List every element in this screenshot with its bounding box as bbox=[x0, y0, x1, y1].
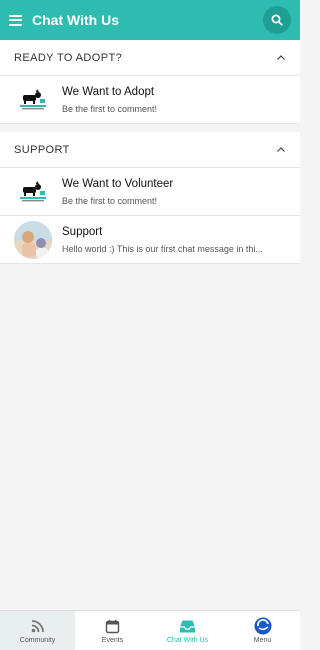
search-icon bbox=[271, 14, 283, 26]
tab-events[interactable]: Events bbox=[75, 611, 150, 650]
tab-label: Chat With Us bbox=[166, 637, 209, 644]
chat-subtitle: Be the first to comment! bbox=[62, 103, 158, 114]
chevron-up-icon[interactable] bbox=[276, 53, 286, 63]
tab-community[interactable]: Community bbox=[0, 611, 75, 650]
bottom-tab-bar: Community Events Chat With Us Menu bbox=[0, 610, 300, 650]
tab-label: Menu bbox=[253, 637, 272, 644]
chat-subtitle: Be the first to comment! bbox=[62, 195, 158, 206]
chat-item-we-want-to-volunteer[interactable]: We Want to Volunteer Be the first to com… bbox=[0, 168, 300, 216]
chat-item-we-want-to-adopt[interactable]: We Want to Adopt Be the first to comment… bbox=[0, 76, 300, 124]
chat-item-support[interactable]: Support Hello world :) This is our first… bbox=[0, 216, 300, 264]
section-title: READY TO ADOPT? bbox=[14, 51, 123, 64]
tab-menu[interactable]: Menu bbox=[225, 611, 300, 650]
tab-label: Events bbox=[101, 637, 124, 644]
chevron-up-icon[interactable] bbox=[276, 145, 286, 155]
chat-list: READY TO ADOPT? We Want to Adopt Be the … bbox=[0, 40, 300, 264]
app-logo-icon bbox=[254, 617, 271, 635]
chat-title: We Want to Adopt bbox=[62, 85, 155, 98]
chat-subtitle: Hello world :) This is our first chat me… bbox=[62, 243, 263, 254]
tab-label: Community bbox=[19, 637, 56, 644]
app-bar: Chat With Us bbox=[0, 0, 300, 40]
page-title: Chat With Us bbox=[32, 12, 119, 28]
rescue-logo-avatar bbox=[14, 172, 52, 211]
calendar-icon bbox=[105, 619, 120, 633]
signal-icon bbox=[31, 620, 44, 633]
tab-chat-with-us[interactable]: Chat With Us bbox=[150, 611, 225, 650]
section-header-support[interactable]: SUPPORT bbox=[0, 132, 300, 168]
chat-title: Support bbox=[62, 225, 103, 238]
section-header-ready-to-adopt[interactable]: READY TO ADOPT? bbox=[0, 40, 300, 76]
search-button[interactable] bbox=[263, 6, 291, 34]
hamburger-icon[interactable] bbox=[9, 14, 22, 26]
photo-avatar bbox=[14, 220, 52, 259]
rescue-logo-avatar bbox=[14, 80, 52, 119]
chat-title: We Want to Volunteer bbox=[62, 177, 174, 190]
section-title: SUPPORT bbox=[14, 143, 70, 156]
inbox-icon bbox=[180, 620, 195, 632]
